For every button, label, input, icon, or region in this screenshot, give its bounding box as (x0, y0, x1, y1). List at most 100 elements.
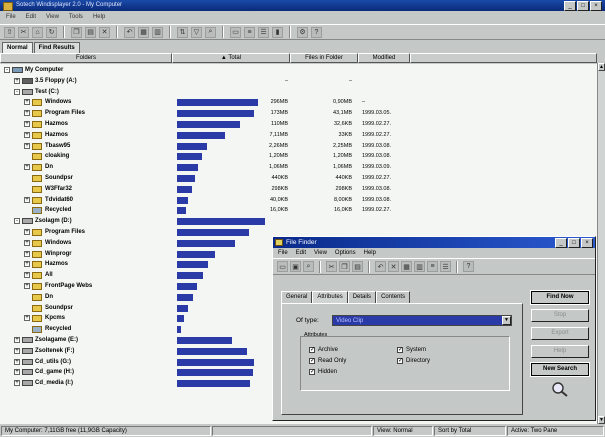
tree-row[interactable]: Recycled 16,0KB 16,0KB 1999.02.27. (0, 206, 597, 215)
expand-icon[interactable]: + (24, 110, 30, 117)
new-search-button[interactable]: New Search (530, 362, 590, 377)
column-folders[interactable]: Folders (0, 53, 172, 63)
help-icon[interactable]: ? (463, 261, 474, 272)
view-icon[interactable]: ▥ (152, 26, 163, 38)
menu-view[interactable]: View (46, 12, 59, 22)
scroll-down-icon[interactable]: ▼ (598, 416, 605, 424)
search-icon[interactable]: ⌕ (303, 261, 314, 272)
dialog-menu-view[interactable]: View (314, 248, 327, 258)
expand-icon[interactable]: + (24, 229, 30, 235)
refresh-icon[interactable]: ↻ (46, 26, 57, 38)
menu-help[interactable]: Help (93, 12, 105, 22)
help-icon[interactable]: ? (311, 26, 322, 38)
expand-icon[interactable]: + (14, 358, 20, 365)
copy-icon[interactable]: ❐ (71, 26, 82, 38)
export-button[interactable]: Export (531, 327, 589, 340)
tree-row[interactable]: + Windows 296MB 0,90MB – (0, 98, 597, 107)
tree-row[interactable]: + Dn 1,06MB 1,06MB 1999.03.09. (0, 163, 597, 172)
system-checkbox[interactable]: ✓ System (397, 347, 426, 353)
pane-icon[interactable]: ▭ (230, 26, 241, 38)
expand-icon[interactable]: + (24, 131, 30, 138)
column-files[interactable]: Files in Folder (290, 53, 358, 63)
checkbox-box[interactable]: ✓ (397, 358, 403, 364)
expand-icon[interactable]: + (24, 283, 30, 289)
delete-icon[interactable]: ✕ (99, 26, 110, 38)
column-modified[interactable]: Modified (358, 53, 410, 63)
vertical-scrollbar[interactable]: ▲ ▼ (597, 63, 605, 424)
filter-icon[interactable]: ▽ (191, 26, 202, 38)
expand-icon[interactable]: + (14, 369, 20, 376)
expand-icon[interactable]: + (24, 164, 30, 171)
tree-row[interactable]: + Tbasw95 2,26MB 2,25MB 1999.03.08. (0, 142, 597, 151)
stop-button[interactable]: Stop (531, 309, 589, 322)
maximize-button[interactable]: □ (577, 1, 589, 11)
cut-icon[interactable]: ✂ (326, 261, 337, 272)
checkbox-box[interactable]: ✓ (309, 369, 315, 375)
tree-row[interactable]: - My Computer (0, 66, 597, 75)
expand-icon[interactable]: + (24, 196, 30, 203)
checkbox-box[interactable]: ✓ (309, 358, 315, 364)
tab-contents[interactable]: Contents (376, 291, 411, 303)
list-icon[interactable]: ≡ (427, 261, 438, 272)
scroll-up-icon[interactable]: ▲ (598, 63, 605, 71)
column-total[interactable]: ▲ Total (172, 53, 290, 63)
sort-icon[interactable]: ⇅ (177, 26, 188, 38)
expand-icon[interactable]: + (24, 272, 30, 279)
tree-row[interactable]: + Hazmos 110MB 32,6KB 1999.02.27. (0, 120, 597, 129)
up-folder-icon[interactable]: ⇧ (4, 26, 15, 38)
menu-file[interactable]: File (6, 12, 16, 22)
tree-row[interactable]: - Test (C:) (0, 88, 597, 97)
paste-icon[interactable]: ▤ (85, 26, 96, 38)
tab-normal[interactable]: Normal (2, 42, 33, 53)
paste-icon[interactable]: ▤ (352, 261, 363, 272)
collapse-icon[interactable]: - (14, 218, 20, 225)
help-button[interactable]: Help (531, 345, 589, 358)
tab-attributes[interactable]: Attributes (312, 291, 348, 303)
minimize-button[interactable]: _ (564, 1, 576, 11)
details-icon[interactable]: ☰ (440, 261, 451, 272)
find-icon[interactable]: ⌕ (205, 26, 216, 38)
expand-icon[interactable]: + (14, 77, 20, 84)
checkbox-box[interactable]: ✓ (309, 347, 315, 353)
expand-icon[interactable]: + (14, 337, 20, 343)
tree-row[interactable]: - Zsolagm (D:) (0, 217, 597, 226)
dialog-menu-file[interactable]: File (278, 248, 288, 258)
cut-icon[interactable]: ✂ (18, 26, 29, 38)
dialog-menu-edit[interactable]: Edit (296, 248, 306, 258)
dialog-maximize-button[interactable]: □ (568, 238, 580, 248)
save-icon[interactable]: ▣ (290, 261, 301, 272)
tab-general[interactable]: General (281, 291, 313, 303)
of-type-select[interactable]: Video Clip ▼ (332, 315, 512, 326)
open-icon[interactable]: ▭ (277, 261, 288, 272)
delete-icon[interactable]: ✕ (388, 261, 399, 272)
expand-icon[interactable]: + (24, 121, 30, 127)
home-icon[interactable]: ⌂ (32, 26, 43, 38)
dialog-menu-help[interactable]: Help (364, 248, 376, 258)
list-icon[interactable]: ≡ (244, 26, 255, 38)
large-icons-icon[interactable]: ▦ (401, 261, 412, 272)
tab-details[interactable]: Details (347, 291, 377, 303)
expand-icon[interactable]: + (14, 380, 20, 387)
tree-row[interactable]: +3.5 Floppy (A:) – – (0, 77, 597, 86)
undo-icon[interactable]: ↶ (124, 26, 135, 38)
dialog-menu-options[interactable]: Options (335, 248, 356, 258)
expand-icon[interactable]: + (24, 261, 30, 268)
checkbox-box[interactable]: ✓ (397, 347, 403, 353)
tree-row[interactable]: + Hazmos 7,11MB 33KB 1999.02.27. (0, 131, 597, 140)
expand-icon[interactable]: + (24, 99, 30, 106)
hidden-checkbox[interactable]: ✓ Hidden (309, 369, 337, 375)
collapse-icon[interactable]: - (14, 88, 20, 95)
chart-icon[interactable]: ▮ (272, 26, 283, 38)
tab-find-results[interactable]: Find Results (33, 42, 80, 53)
chevron-down-icon[interactable]: ▼ (502, 316, 511, 325)
expand-icon[interactable]: + (14, 347, 20, 354)
expand-icon[interactable]: + (24, 142, 30, 149)
properties-icon[interactable]: ▦ (138, 26, 149, 38)
undo-icon[interactable]: ↶ (375, 261, 386, 272)
expand-icon[interactable]: + (24, 239, 30, 246)
menu-edit[interactable]: Edit (26, 12, 36, 22)
tree-row[interactable]: + Program Files 173MB 43,1MB 1999.03.05. (0, 109, 597, 118)
collapse-icon[interactable]: - (4, 67, 10, 73)
read-only-checkbox[interactable]: ✓ Read Only (309, 358, 346, 364)
directory-checkbox[interactable]: ✓ Directory (397, 358, 430, 364)
